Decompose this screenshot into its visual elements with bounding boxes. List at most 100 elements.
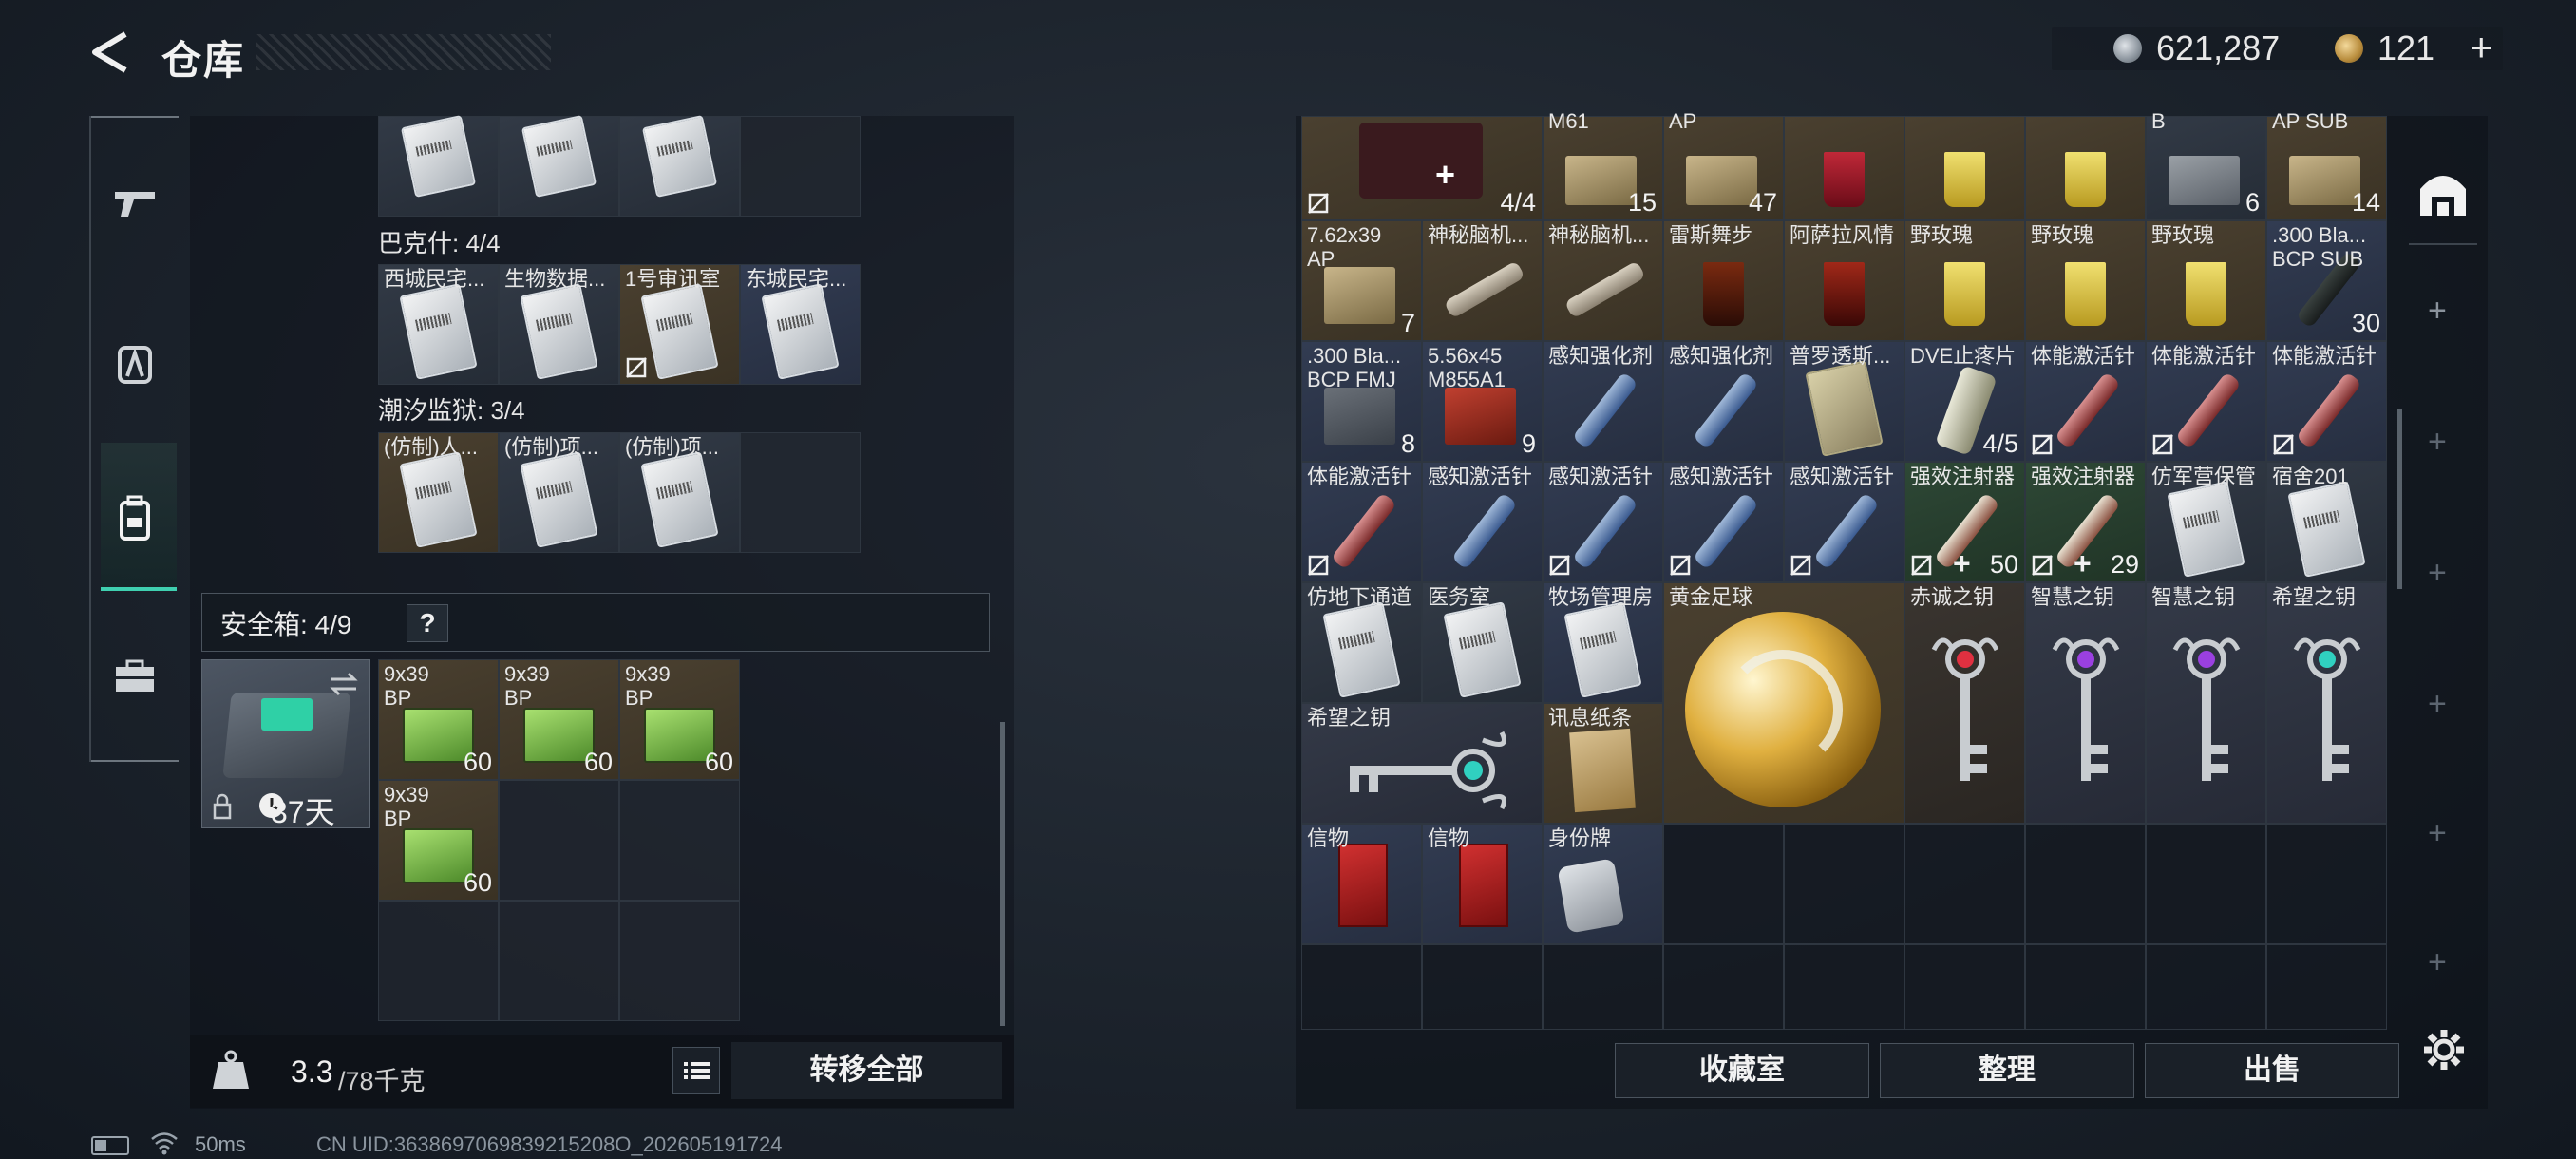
drink-slot[interactable]: 野玫瑰 bbox=[2146, 220, 2266, 341]
empty-slot[interactable] bbox=[2146, 944, 2266, 1030]
token-slot[interactable]: 信物 bbox=[1422, 824, 1543, 944]
injector-slot[interactable]: 感知激活针 bbox=[1663, 462, 1784, 582]
empty-slot[interactable] bbox=[1422, 944, 1543, 1030]
drink-slot[interactable]: 野玫瑰 bbox=[1904, 220, 2025, 341]
medicine-slot[interactable]: 普罗透斯... bbox=[1784, 341, 1904, 462]
injector-slot[interactable]: 体能激活针 bbox=[2266, 341, 2387, 462]
empty-slot[interactable] bbox=[619, 901, 740, 1021]
empty-slot[interactable] bbox=[1784, 944, 1904, 1030]
ammo-slot[interactable]: AP 47 bbox=[1663, 109, 1784, 220]
drink-slot[interactable] bbox=[1904, 116, 2025, 220]
nav-armor[interactable] bbox=[101, 329, 169, 397]
settings-gear-icon[interactable] bbox=[2420, 1026, 2468, 1074]
drink-slot[interactable]: 阿萨拉风情 bbox=[1784, 220, 1904, 341]
ammo-slot[interactable]: 9x39 BP 60 bbox=[378, 780, 499, 901]
empty-slot[interactable] bbox=[499, 901, 619, 1021]
swap-icon[interactable] bbox=[328, 670, 360, 698]
ammo-slot[interactable]: M61 15 bbox=[1543, 109, 1663, 220]
injector-slot[interactable]: 感知强化剂 bbox=[1663, 341, 1784, 462]
key-card-slot[interactable]: 仿地下通道 bbox=[1301, 582, 1422, 703]
drink-slot[interactable] bbox=[1784, 116, 1904, 220]
locked-storage-tab[interactable]: + bbox=[2428, 686, 2447, 723]
collection-room-button[interactable]: 收藏室 bbox=[1615, 1043, 1869, 1098]
injector-slot[interactable]: 感知激活针 bbox=[1543, 462, 1663, 582]
token-slot[interactable]: 信物 bbox=[1301, 824, 1422, 944]
empty-slot[interactable] bbox=[1784, 824, 1904, 944]
locked-storage-tab[interactable]: + bbox=[2428, 815, 2447, 852]
empty-slot[interactable] bbox=[1904, 824, 2025, 944]
right-scrollbar[interactable] bbox=[2397, 408, 2402, 589]
note-slot[interactable]: 讯息纸条 bbox=[1543, 703, 1663, 824]
drink-slot[interactable]: 野玫瑰 bbox=[2025, 220, 2146, 341]
ammo-slot[interactable]: 5.56x45 M855A1 9 bbox=[1422, 341, 1543, 462]
empty-slot[interactable] bbox=[1904, 944, 2025, 1030]
key-slot[interactable]: 希望之钥 bbox=[1301, 703, 1543, 824]
key-card-slot[interactable]: (仿制)项... bbox=[499, 432, 619, 553]
key-card-slot[interactable]: 牧场管理房 bbox=[1543, 582, 1663, 703]
empty-slot[interactable] bbox=[1663, 944, 1784, 1030]
key-card-slot[interactable]: (仿制)人... bbox=[378, 432, 499, 553]
medicine-slot[interactable]: DVE止疼片 4/5 bbox=[1904, 341, 2025, 462]
drink-slot[interactable]: 雷斯舞步 bbox=[1663, 220, 1784, 341]
add-currency-button[interactable]: + bbox=[2470, 25, 2493, 70]
empty-slot[interactable] bbox=[1543, 944, 1663, 1030]
storage-tab-main[interactable] bbox=[2411, 162, 2475, 226]
empty-slot[interactable] bbox=[499, 780, 619, 901]
ammo-slot[interactable]: 9x39 BP 60 bbox=[378, 659, 499, 780]
empty-slot[interactable] bbox=[1301, 944, 1422, 1030]
empty-slot[interactable] bbox=[2146, 824, 2266, 944]
brain-chip-slot[interactable]: 神秘脑机... bbox=[1422, 220, 1543, 341]
injector-slot[interactable]: 感知激活针 bbox=[1422, 462, 1543, 582]
golden-football-slot[interactable]: 黄金足球 bbox=[1663, 582, 1904, 824]
sort-button[interactable]: 整理 bbox=[1880, 1043, 2134, 1098]
empty-slot[interactable] bbox=[1663, 824, 1784, 944]
empty-slot[interactable] bbox=[2025, 944, 2146, 1030]
nav-backpack[interactable] bbox=[101, 484, 169, 553]
key-slot[interactable]: 智慧之钥 bbox=[2146, 582, 2266, 824]
dog-tag-slot[interactable]: 身份牌 bbox=[1543, 824, 1663, 944]
nav-toolbox[interactable] bbox=[101, 642, 169, 711]
sell-button[interactable]: 出售 bbox=[2145, 1043, 2399, 1098]
empty-slot[interactable] bbox=[2025, 824, 2146, 944]
injector-slot[interactable]: 体能激活针 bbox=[2146, 341, 2266, 462]
syringe-slot[interactable]: 强效注射器 +50 bbox=[1904, 462, 2025, 582]
empty-slot[interactable] bbox=[740, 116, 861, 217]
inventory-slot[interactable]: + 4/4 bbox=[1301, 116, 1543, 220]
brain-chip-slot[interactable]: 神秘脑机... bbox=[1543, 220, 1663, 341]
nav-weapons[interactable] bbox=[101, 169, 169, 238]
left-scrollbar[interactable] bbox=[1000, 722, 1005, 1026]
key-slot[interactable]: 希望之钥 bbox=[2266, 582, 2387, 824]
empty-slot[interactable] bbox=[740, 432, 861, 553]
syringe-slot[interactable]: 强效注射器 +29 bbox=[2025, 462, 2146, 582]
ammo-slot[interactable]: 9x39 BP 60 bbox=[619, 659, 740, 780]
ammo-slot[interactable]: .300 Bla... BCP FMJ 8 bbox=[1301, 341, 1422, 462]
key-card-slot[interactable]: 宿舍201 bbox=[2266, 462, 2387, 582]
locked-storage-tab[interactable]: + bbox=[2428, 555, 2447, 592]
inventory-slot[interactable] bbox=[378, 115, 499, 217]
safebox-help-button[interactable]: ? bbox=[407, 604, 448, 642]
back-arrow-icon[interactable] bbox=[87, 28, 135, 76]
key-slot[interactable]: 智慧之钥 bbox=[2025, 582, 2146, 824]
key-card-slot[interactable]: (仿制)项... bbox=[619, 432, 740, 553]
injector-slot[interactable]: 体能激活针 bbox=[1301, 462, 1422, 582]
injector-slot[interactable]: 体能激活针 bbox=[2025, 341, 2146, 462]
key-slot[interactable]: 赤诚之钥 bbox=[1904, 582, 2025, 824]
add-storage-tab-button[interactable]: + bbox=[2428, 293, 2447, 330]
empty-slot[interactable] bbox=[619, 780, 740, 901]
list-view-button[interactable] bbox=[672, 1047, 720, 1094]
empty-slot[interactable] bbox=[2266, 824, 2387, 944]
empty-slot[interactable] bbox=[2266, 944, 2387, 1030]
key-card-slot[interactable]: 东城民宅... bbox=[740, 264, 861, 385]
locked-storage-tab[interactable]: + bbox=[2428, 424, 2447, 461]
injector-slot[interactable]: 感知激活针 bbox=[1784, 462, 1904, 582]
inventory-slot[interactable] bbox=[619, 115, 740, 217]
inventory-slot[interactable] bbox=[499, 115, 619, 217]
key-card-slot[interactable]: 1号审讯室 bbox=[619, 264, 740, 385]
empty-slot[interactable] bbox=[378, 901, 499, 1021]
transfer-all-button[interactable]: 转移全部 bbox=[731, 1042, 1002, 1099]
key-card-slot[interactable]: 西城民宅... bbox=[378, 264, 499, 385]
ammo-slot[interactable]: AP SUB 14 bbox=[2266, 109, 2387, 220]
ammo-slot[interactable]: B6 bbox=[2146, 109, 2266, 220]
injector-slot[interactable]: 感知强化剂 bbox=[1543, 341, 1663, 462]
key-card-slot[interactable]: 生物数据... bbox=[499, 264, 619, 385]
